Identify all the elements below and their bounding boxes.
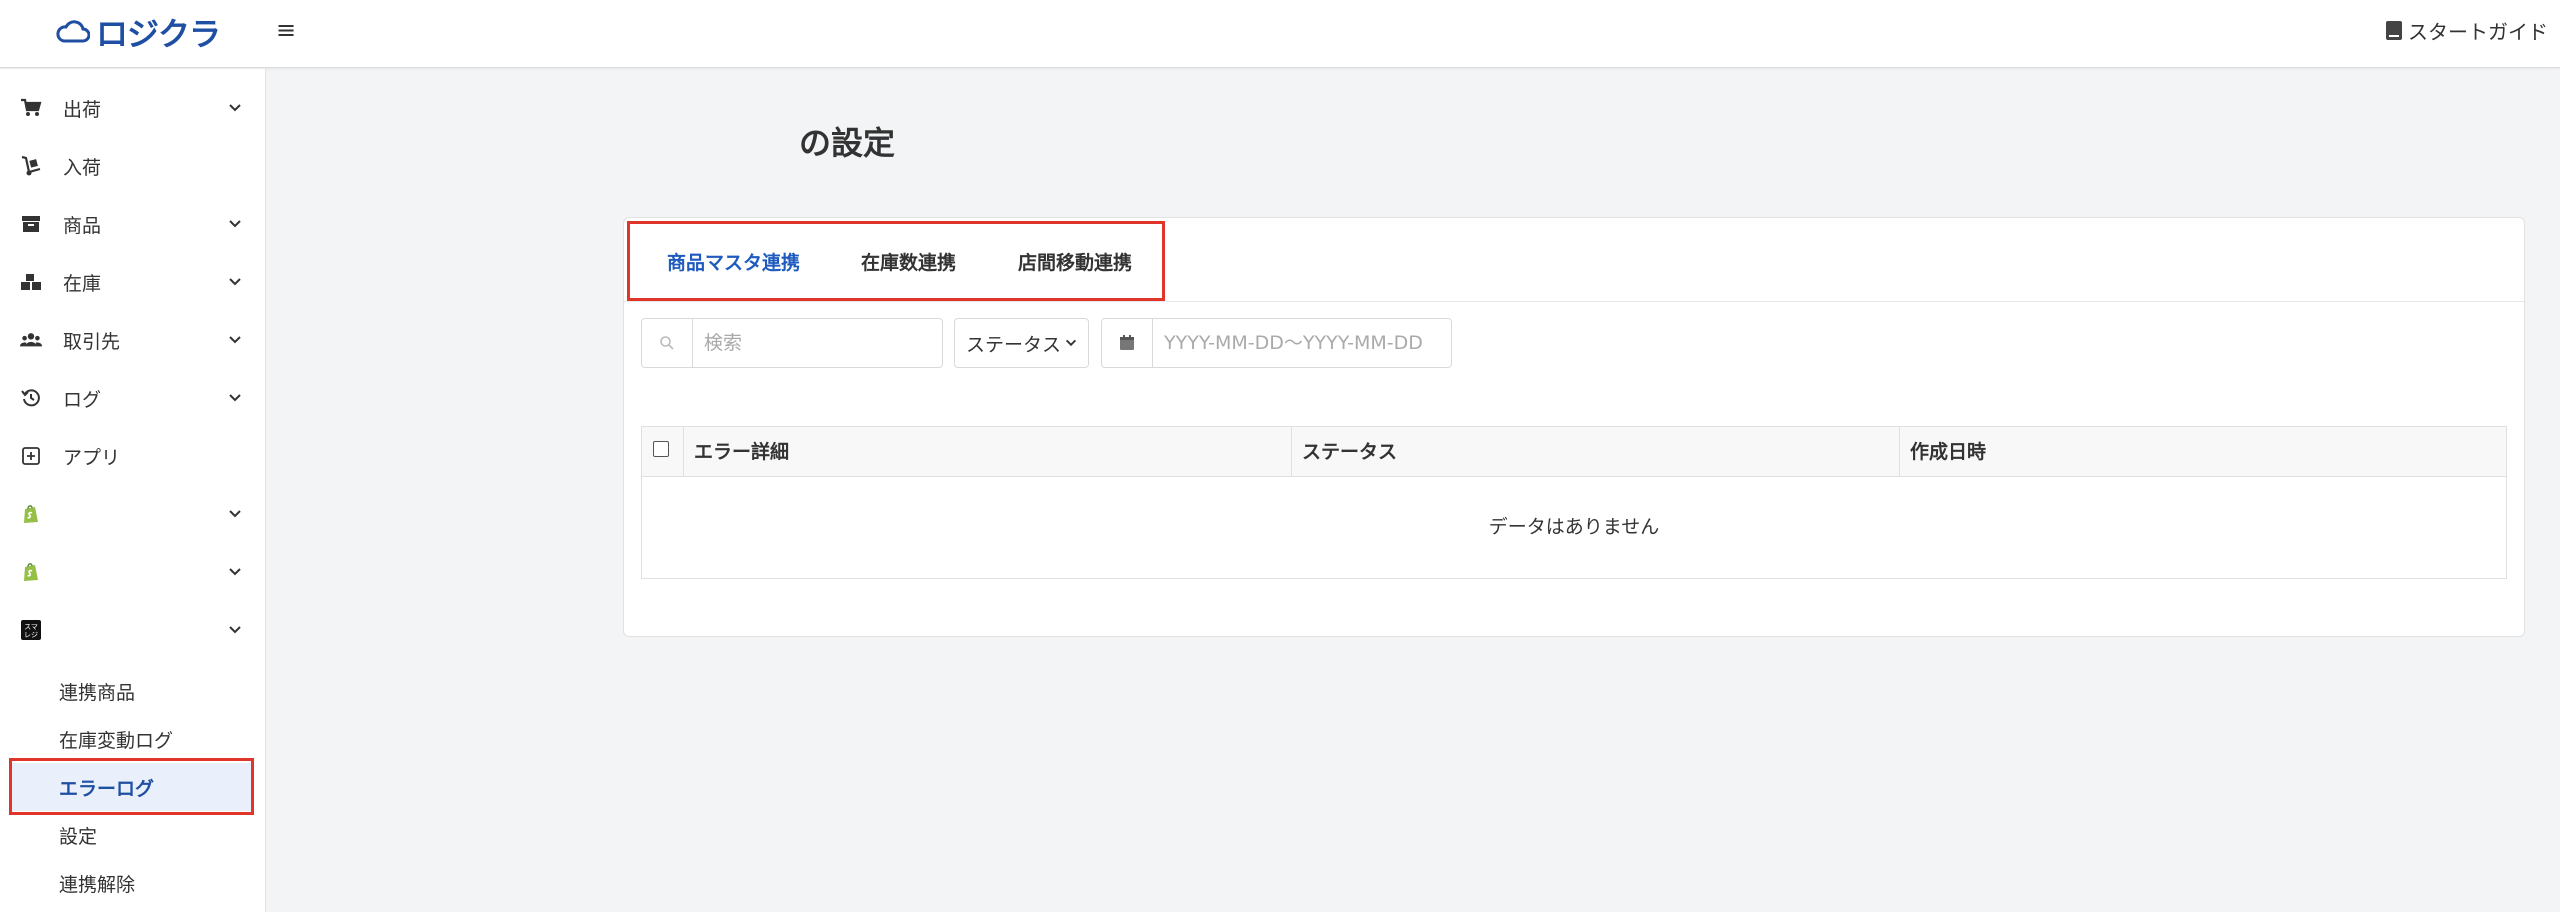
chevron-down-icon — [229, 278, 241, 286]
search-input[interactable] — [694, 319, 942, 367]
chevron-down-icon — [229, 394, 241, 402]
svg-text:スマ: スマ — [24, 623, 38, 631]
sidebar-item-shopify-1[interactable] — [0, 485, 266, 543]
sidebar-subitem-inventory-log[interactable]: 在庫変動ログ — [10, 715, 254, 763]
highlight-box-sidebar — [9, 758, 254, 815]
sidebar-subitem-label: 在庫変動ログ — [59, 729, 174, 752]
start-guide-label: スタートガイド — [2408, 20, 2548, 44]
search-icon — [642, 319, 693, 367]
start-guide-link[interactable]: スタートガイド — [2386, 16, 2548, 45]
sidebar-subitem-linked-products[interactable]: 連携商品 — [10, 667, 254, 715]
sidebar-subitem-label: 連携解除 — [59, 873, 136, 896]
sidebar-item-shopify-2[interactable] — [0, 543, 266, 601]
sidebar-subitem-label: 設定 — [59, 825, 98, 848]
error-log-table: エラー詳細 ステータス 作成日時 データはありません — [641, 426, 2507, 579]
sidebar-item-label: 取引先 — [63, 330, 121, 353]
chevron-down-icon — [229, 510, 241, 518]
highlight-box-tabs — [627, 221, 1165, 301]
date-range-box — [1101, 318, 1452, 368]
calendar-icon — [1102, 319, 1153, 367]
book-icon — [2386, 21, 2402, 40]
status-filter-label: ステータス — [966, 333, 1062, 356]
page-title: の設定 — [799, 124, 896, 162]
sidebar-subitem-unlink[interactable]: 連携解除 — [10, 859, 254, 907]
svg-text:レジ: レジ — [24, 631, 38, 639]
boxes-icon — [20, 271, 42, 293]
sidebar-item-label: アプリ — [63, 446, 121, 469]
sidebar-item-shipping[interactable]: 出荷 — [0, 79, 266, 137]
cart-icon — [20, 97, 42, 119]
chevron-down-icon — [229, 336, 241, 344]
sidebar-item-label: 出荷 — [63, 98, 102, 121]
hand-truck-icon — [20, 155, 42, 177]
date-range-input[interactable] — [1154, 319, 1450, 367]
empty-state-message: データはありません — [1488, 516, 1660, 538]
archive-box-icon — [20, 213, 42, 235]
search-box — [641, 318, 943, 368]
sidebar-item-partners[interactable]: 取引先 — [0, 311, 266, 369]
column-header-status[interactable]: ステータス — [1292, 427, 1397, 477]
select-all-checkbox[interactable] — [653, 441, 669, 457]
content-card: 商品マスタ連携 在庫数連携 店間移動連携 ステータス エラー詳細 ステータス 作… — [623, 217, 2525, 637]
chevron-down-icon — [229, 568, 241, 576]
sidebar-item-products[interactable]: 商品 — [0, 195, 266, 253]
sidebar-item-label: 在庫 — [63, 272, 102, 295]
sidebar-subitem-label: 連携商品 — [59, 681, 136, 704]
sidebar-item-inventory[interactable]: 在庫 — [0, 253, 266, 311]
users-icon — [20, 329, 42, 351]
sidebar-item-label: ログ — [63, 388, 102, 411]
sidebar-item-label: 商品 — [63, 214, 102, 237]
column-header-error-detail[interactable]: エラー詳細 — [684, 427, 789, 477]
logo[interactable]: ロジクラ — [56, 14, 221, 53]
shopify-icon — [20, 561, 42, 583]
table-header: エラー詳細 ステータス 作成日時 — [642, 427, 2506, 477]
shopify-icon — [20, 503, 42, 525]
chevron-down-icon — [229, 104, 241, 112]
chevron-down-icon — [229, 626, 241, 634]
status-filter-select[interactable]: ステータス — [954, 318, 1089, 368]
chevron-down-icon — [1065, 339, 1077, 347]
sidebar-item-receiving[interactable]: 入荷 — [0, 137, 266, 195]
logo-text: ロジクラ — [96, 15, 221, 53]
tab-bar: 商品マスタ連携 在庫数連携 店間移動連携 — [624, 218, 2524, 302]
plus-square-icon — [20, 445, 42, 467]
chevron-down-icon — [229, 220, 241, 228]
sidebar: 出荷 入荷 商品 在庫 取引先 ログ アプリ スマ レジ 連携商品 在庫変動ログ… — [0, 69, 266, 912]
cloud-icon — [56, 20, 90, 43]
sidebar-item-smaregi[interactable]: スマ レジ — [0, 601, 266, 659]
sidebar-item-apps[interactable]: アプリ — [0, 427, 266, 485]
sidebar-item-logs[interactable]: ログ — [0, 369, 266, 427]
sidebar-item-label: 入荷 — [63, 156, 102, 179]
top-header: ロジクラ ≡ スタートガイド — [0, 0, 2560, 68]
hamburger-icon[interactable]: ≡ — [274, 18, 298, 42]
column-header-created-at[interactable]: 作成日時 — [1900, 427, 1986, 477]
smaregi-icon: スマ レジ — [20, 619, 42, 641]
history-icon — [20, 387, 42, 409]
sidebar-subitem-settings[interactable]: 設定 — [10, 811, 254, 859]
